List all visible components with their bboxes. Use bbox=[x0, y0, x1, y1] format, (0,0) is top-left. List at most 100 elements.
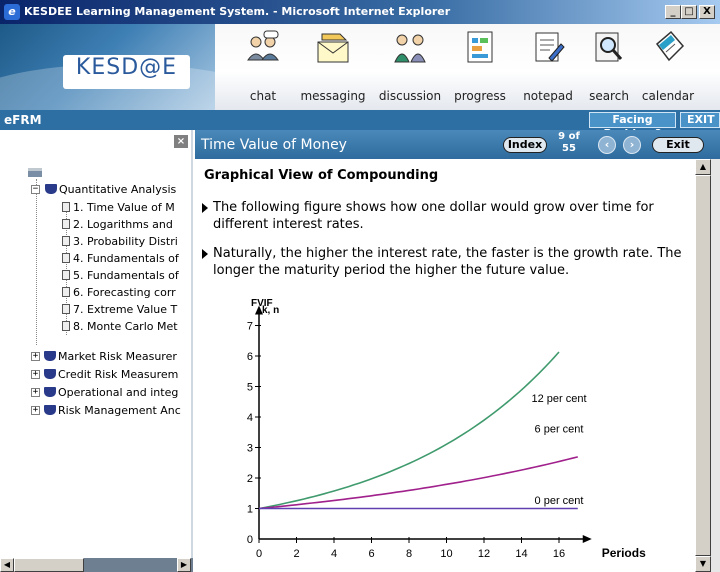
app-header: KESD@E chat messaging discussion progres… bbox=[0, 24, 720, 110]
y-tick-label: 5 bbox=[247, 382, 253, 394]
series-line bbox=[258, 456, 578, 510]
chapter-item[interactable]: 3. Probability Distri bbox=[62, 233, 192, 250]
scroll-thumb[interactable] bbox=[14, 558, 84, 572]
tree-item-section[interactable]: Credit Risk Measurem bbox=[44, 366, 192, 383]
bullet-arrow-icon bbox=[202, 203, 208, 213]
restore-button[interactable]: □ bbox=[681, 5, 697, 19]
section-label: Credit Risk Measurem bbox=[58, 368, 179, 381]
nav-progress-label: progress bbox=[454, 89, 506, 103]
scroll-left-arrow-icon[interactable]: ◀ bbox=[0, 558, 14, 572]
book-icon bbox=[44, 369, 56, 379]
course-bar: eFRM Facing Problem? EXIT bbox=[0, 110, 720, 140]
close-tree-button[interactable]: × bbox=[174, 135, 188, 148]
section-label: Operational and integ bbox=[58, 386, 179, 399]
page-icon bbox=[62, 304, 70, 314]
x-tick-label: 0 bbox=[256, 548, 262, 560]
page-counter: 9 of 55 bbox=[553, 131, 585, 155]
scroll-right-arrow-icon[interactable]: ▶ bbox=[177, 558, 191, 572]
nav-chat-label: chat bbox=[249, 89, 277, 103]
expand-icon[interactable]: + bbox=[31, 388, 40, 397]
chapter-item[interactable]: 6. Forecasting corr bbox=[62, 284, 192, 301]
chapter-label: 3. Probability Distri bbox=[73, 235, 178, 248]
chat-icon bbox=[247, 30, 279, 61]
bullet-paragraph: The following figure shows how one dolla… bbox=[202, 199, 688, 233]
chapter-item[interactable]: 1. Time Value of M bbox=[62, 199, 192, 216]
x-tick-label: 12 bbox=[478, 548, 490, 560]
scroll-up-arrow-icon[interactable]: ▲ bbox=[695, 159, 711, 175]
chapter-item[interactable]: 8. Monte Carlo Met bbox=[62, 318, 192, 335]
tree-item-label: Quantitative Analysis bbox=[59, 183, 177, 196]
x-tick-label: 10 bbox=[440, 548, 452, 560]
nav-progress[interactable]: progress bbox=[452, 24, 508, 110]
scroll-down-arrow-icon[interactable]: ▼ bbox=[695, 556, 711, 572]
minimize-button[interactable]: _ bbox=[665, 5, 681, 19]
book-icon bbox=[45, 184, 57, 194]
exit-top-button[interactable]: EXIT bbox=[680, 112, 720, 128]
course-tree-panel: × − Quantitative Analysis 1. Time Value … bbox=[0, 130, 193, 572]
tree-item-quantitative-analysis[interactable]: Quantitative Analysis bbox=[45, 181, 192, 198]
page-total: 55 bbox=[562, 143, 576, 154]
notepad-icon bbox=[535, 32, 565, 62]
chapter-item[interactable]: 2. Logarithms and bbox=[62, 216, 192, 233]
logo-panel: KESD@E bbox=[0, 24, 215, 110]
nav-chat[interactable]: chat bbox=[238, 24, 288, 110]
lesson-content: Graphical View of Compounding The follow… bbox=[195, 159, 695, 572]
x-tick-label: 6 bbox=[368, 548, 374, 560]
messaging-icon bbox=[317, 33, 349, 63]
series-line bbox=[258, 351, 560, 510]
nav-calendar[interactable]: calendar bbox=[640, 24, 696, 110]
y-tick-label: 1 bbox=[247, 504, 253, 516]
x-tick-label: 8 bbox=[406, 548, 412, 560]
lesson-heading: Graphical View of Compounding bbox=[204, 168, 439, 183]
nav-search[interactable]: search bbox=[584, 24, 634, 110]
y-axis-sublabel: k, n bbox=[262, 305, 279, 316]
course-label: eFRM bbox=[4, 113, 42, 127]
facing-problem-button[interactable]: Facing Problem? bbox=[589, 112, 676, 140]
nav-calendar-label: calendar bbox=[641, 89, 695, 103]
topic-title: Time Value of Money bbox=[201, 137, 347, 153]
index-button[interactable]: Index bbox=[503, 137, 547, 153]
series-label: 0 per cent bbox=[535, 495, 584, 507]
discussion-icon bbox=[394, 34, 426, 63]
nav-search-label: search bbox=[589, 89, 629, 103]
nav-messaging[interactable]: messaging bbox=[298, 24, 368, 110]
expand-icon[interactable]: + bbox=[31, 406, 40, 415]
chapter-item[interactable]: 4. Fundamentals of bbox=[62, 250, 192, 267]
chapter-item[interactable]: 7. Extreme Value T bbox=[62, 301, 192, 318]
tree-root-icon bbox=[28, 168, 42, 177]
section-label: Risk Management Anc bbox=[58, 404, 181, 417]
previous-page-icon[interactable]: ‹ bbox=[598, 136, 616, 154]
chapter-label: 1. Time Value of M bbox=[73, 201, 175, 214]
scroll-thumb[interactable] bbox=[695, 175, 711, 556]
bullet-arrow-icon bbox=[202, 249, 208, 259]
page-icon bbox=[62, 219, 70, 229]
close-window-button[interactable]: X bbox=[699, 5, 715, 19]
window-title-bar: e KESDEE Learning Management System. - M… bbox=[0, 0, 720, 24]
next-page-icon[interactable]: › bbox=[623, 136, 641, 154]
content-vertical-scrollbar[interactable]: ▲ ▼ bbox=[695, 159, 711, 572]
chapter-item[interactable]: 5. Fundamentals of bbox=[62, 267, 192, 284]
section-label: Market Risk Measurer bbox=[58, 350, 177, 363]
x-tick-label: 2 bbox=[293, 548, 299, 560]
window-title: KESDEE Learning Management System. - Mic… bbox=[24, 5, 451, 18]
nav-notepad[interactable]: notepad bbox=[520, 24, 576, 110]
nav-discussion[interactable]: discussion bbox=[378, 24, 442, 110]
book-icon bbox=[44, 351, 56, 361]
tree-horizontal-scrollbar[interactable]: ◀ ▶ bbox=[0, 558, 193, 572]
tree-item-section[interactable]: Operational and integ bbox=[44, 384, 192, 401]
collapse-icon[interactable]: − bbox=[31, 185, 40, 194]
tree-item-section[interactable]: Risk Management Anc bbox=[44, 402, 192, 419]
page-icon bbox=[62, 202, 70, 212]
bullet-text: Naturally, the higher the interest rate,… bbox=[213, 246, 682, 278]
topic-bar: Time Value of Money Index 9 of 55 ‹ › Ex… bbox=[195, 130, 720, 159]
x-tick-label: 16 bbox=[553, 548, 565, 560]
expand-icon[interactable]: + bbox=[31, 370, 40, 379]
tree-item-section[interactable]: Market Risk Measurer bbox=[44, 348, 192, 365]
page-icon bbox=[62, 321, 70, 331]
expand-icon[interactable]: + bbox=[31, 352, 40, 361]
page-icon bbox=[62, 253, 70, 263]
y-tick-label: 2 bbox=[247, 473, 253, 485]
calendar-icon bbox=[655, 30, 685, 62]
exit-button[interactable]: Exit bbox=[652, 137, 704, 153]
chapter-label: 8. Monte Carlo Met bbox=[73, 320, 178, 333]
